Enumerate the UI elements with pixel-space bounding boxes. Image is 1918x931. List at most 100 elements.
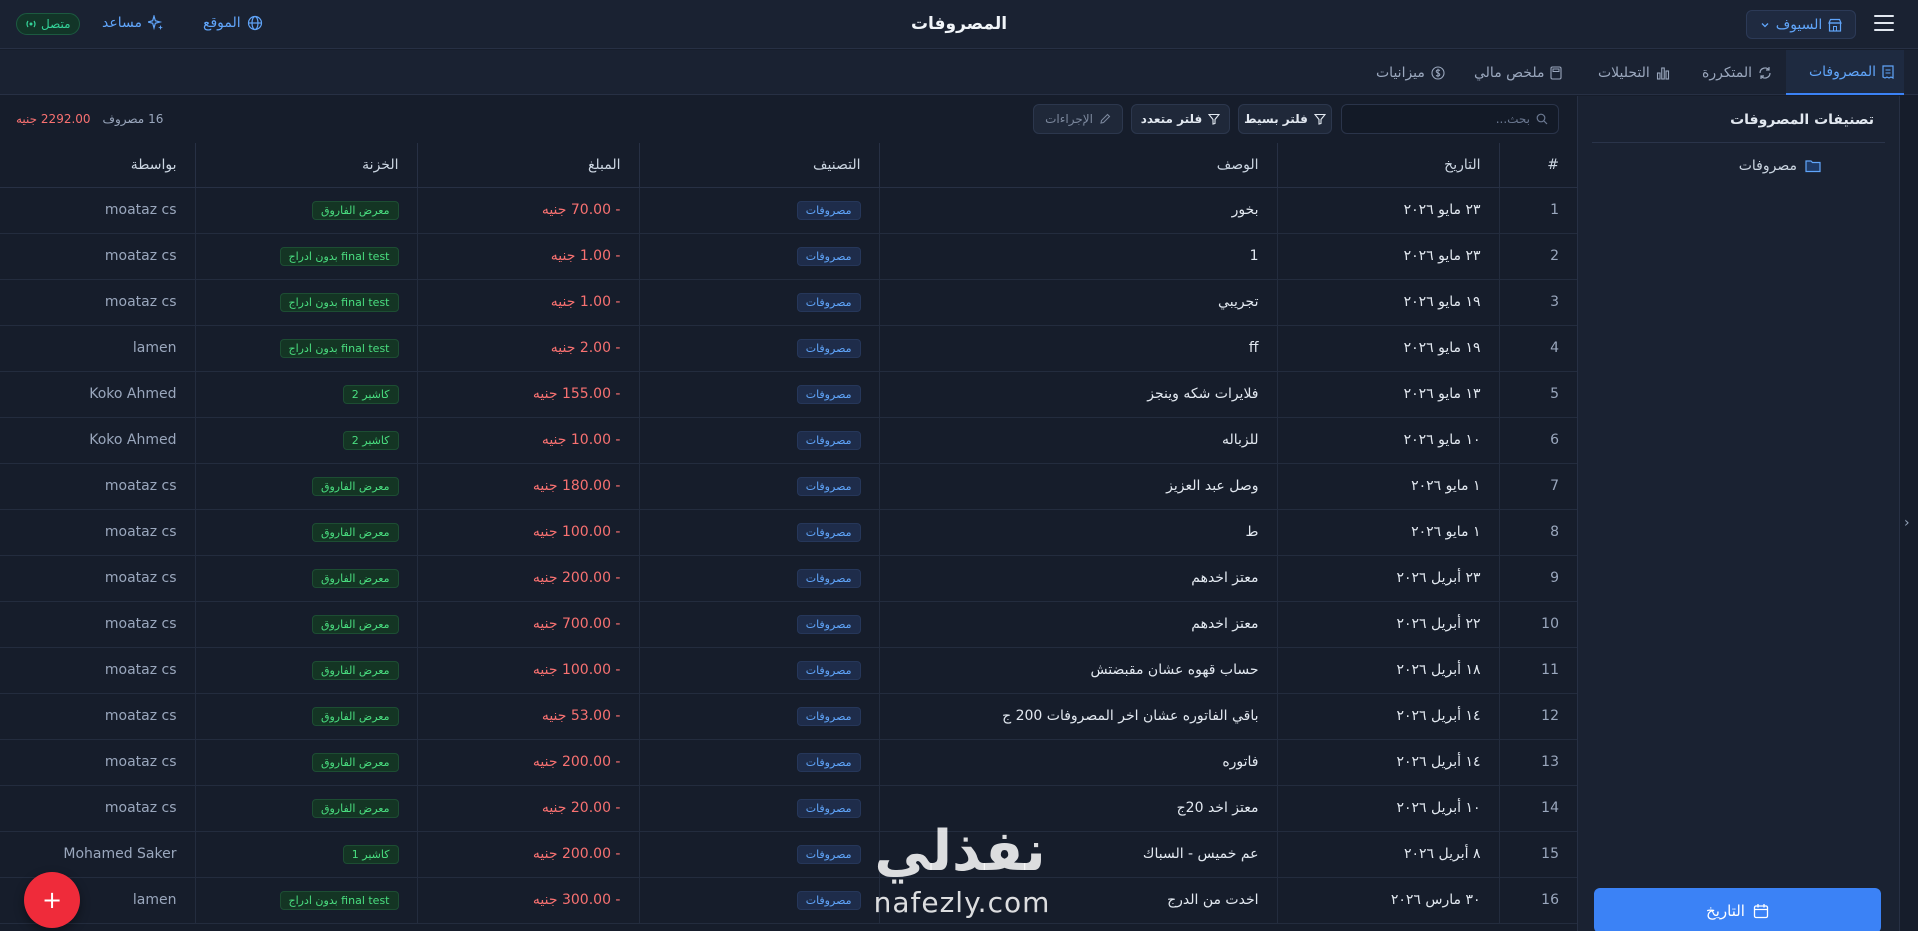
row-amount: - 100.00 جنيه (416, 509, 639, 556)
row-description: فاتوره (878, 739, 1277, 786)
row-description: ff (878, 325, 1277, 372)
table-row[interactable]: 1 ٢٣ مايو ٢٠٢٦ بخور مصروفات - 70.00 جنيه معرض… (0, 187, 1577, 234)
safe-badge: معرض الفاروق (311, 614, 399, 634)
row-safe: كاشير 2 (194, 417, 417, 464)
row-created-by: moataz cs (0, 187, 195, 234)
row-amount: - 1.00 جنيه (416, 279, 639, 326)
safe-badge: final test بدون ادراج (279, 292, 399, 312)
safe-badge: معرض الفاروق (311, 476, 399, 496)
search-placeholder: بحث... (1495, 112, 1530, 126)
hamburger-icon[interactable] (1874, 15, 1894, 31)
row-date: ١ مايو ٢٠٢٦ (1276, 509, 1499, 556)
table-row[interactable]: 5 ١٣ مايو ٢٠٢٦ فلايرات شكه وينجز مصروفات - 1… (0, 371, 1577, 418)
row-safe: معرض الفاروق (194, 463, 417, 510)
sidebar-item-expenses[interactable]: مصروفات (1739, 158, 1821, 174)
row-date: ٨ أبريل ٢٠٢٦ (1276, 831, 1499, 878)
table-row[interactable]: 12 ١٤ أبريل ٢٠٢٦ باقي الفاتوره عشان اخر ال… (0, 693, 1577, 740)
row-number: 5 (1498, 371, 1577, 418)
row-number: 8 (1498, 509, 1577, 556)
table-row[interactable]: 11 ١٨ أبريل ٢٠٢٦ حساب قهوه عشان مقبضتش مصرو… (0, 647, 1577, 694)
row-amount: - 200.00 جنيه (416, 555, 639, 602)
row-number: 13 (1498, 739, 1577, 786)
calendar-icon (1753, 903, 1769, 919)
table-toolbar: بحث... فلتر بسيط فلتر متعدد الإجراءات 16… (0, 96, 1577, 142)
col-header-by[interactable]: بواسطة (0, 143, 195, 188)
row-category: مصروفات (638, 555, 879, 602)
col-header-description[interactable]: الوصف (878, 143, 1277, 188)
chevron-right-icon[interactable]: › (1904, 515, 1910, 531)
sidebar-title: تصنيفات المصروفات (1730, 112, 1874, 128)
table-row[interactable]: 16 ٣٠ مارس ٢٠٢٦ اخدت من الدرج مصروفات - 300.… (0, 877, 1577, 924)
table-row[interactable]: 3 ١٩ مايو ٢٠٢٦ تجريبي مصروفات - 1.00 جنيه fin… (0, 279, 1577, 326)
folder-icon (1805, 159, 1821, 173)
multi-filter-button[interactable]: فلتر متعدد (1131, 104, 1230, 134)
expense-total: 2292.00 جنيه (16, 112, 91, 126)
table-row[interactable]: 7١ مايو ٢٠٢٦ وصل عبد العزيز مصروفات - 180.0… (0, 463, 1577, 510)
row-number: 15 (1498, 831, 1577, 878)
receipt-icon (1882, 64, 1894, 79)
row-amount: - 53.00 جنيه (416, 693, 639, 740)
category-badge: مصروفات (796, 292, 861, 312)
table-row[interactable]: 2 ٢٣ مايو ٢٠٢٦ 1 مصروفات - 1.00 جنيه final te… (0, 233, 1577, 280)
filter-icon (1313, 113, 1326, 125)
refresh-icon (1758, 66, 1772, 80)
row-amount: - 700.00 جنيه (416, 601, 639, 648)
row-created-by: moataz cs (0, 555, 195, 602)
table-row[interactable]: 6 ١٠ مايو ٢٠٢٦ للزباله مصروفات - 10.00 جنيه ك… (0, 417, 1577, 464)
row-number: 12 (1498, 693, 1577, 740)
category-badge: مصروفات (796, 430, 861, 450)
expenses-table: # التاريخ الوصف التصنيف المبلغ الخزنة بو… (0, 143, 1577, 924)
row-description: معتز اخدهم (878, 601, 1277, 648)
row-description: ط (878, 509, 1277, 556)
simple-filter-button[interactable]: فلتر بسيط (1238, 104, 1332, 134)
col-header-amount[interactable]: المبلغ (416, 143, 639, 188)
calculator-icon (1550, 65, 1563, 80)
table-row[interactable]: 13 ١٤ أبريل ٢٠٢٦ فاتوره مصروفات - 200.00 جني… (0, 739, 1577, 786)
sidebar-divider (1592, 142, 1885, 143)
row-date: ١٩ مايو ٢٠٢٦ (1276, 279, 1499, 326)
safe-badge: كاشير 2 (342, 430, 399, 450)
category-badge: مصروفات (796, 614, 861, 634)
page-title: المصروفات (910, 14, 1008, 34)
row-amount: - 300.00 جنيه (416, 877, 639, 924)
table-row[interactable]: 10 ٢٢ أبريل ٢٠٢٦ معتز اخدهم مصروفات - 700.00… (0, 601, 1577, 648)
row-created-by: moataz cs (0, 693, 195, 740)
row-number: 10 (1498, 601, 1577, 648)
row-safe: معرض الفاروق (194, 509, 417, 556)
add-expense-button[interactable]: + (24, 872, 80, 928)
tab-expenses[interactable]: المصروفات (1786, 50, 1904, 95)
row-number: 14 (1498, 785, 1577, 832)
row-safe: final test بدون ادراج (194, 279, 417, 326)
row-created-by: moataz cs (0, 739, 195, 786)
row-amount: - 200.00 جنيه (416, 739, 639, 786)
row-category: مصروفات (638, 693, 879, 740)
table-row[interactable]: 15 ٨ أبريل ٢٠٢٦ عم خميس - السباك مصروفات - 2… (0, 831, 1577, 878)
row-number: 6 (1498, 417, 1577, 464)
tab-recurring[interactable]: المتكررة (1692, 50, 1782, 95)
tab-analytics[interactable]: التحليلات (1588, 50, 1680, 95)
table-row[interactable]: 8١ مايو ٢٠٢٦ ط مصروفات - 100.00 جنيه معرض ال… (0, 509, 1577, 556)
row-description: 1 (878, 233, 1277, 280)
category-badge: مصروفات (796, 660, 861, 680)
date-button[interactable]: التاريخ (1594, 888, 1881, 931)
site-button[interactable]: الموقع (203, 15, 263, 31)
safe-badge: معرض الفاروق (311, 522, 399, 542)
search-input[interactable]: بحث... (1341, 104, 1559, 134)
branch-selector[interactable]: السيوف (1746, 10, 1856, 39)
col-header-number[interactable]: # (1498, 143, 1577, 188)
tab-budgets[interactable]: ميزانيات (1366, 50, 1455, 95)
actions-button[interactable]: الإجراءات (1033, 104, 1123, 134)
table-row[interactable]: 4 ١٩ مايو ٢٠٢٦ ff مصروفات - 2.00 جنيه final t… (0, 325, 1577, 372)
safe-badge: معرض الفاروق (311, 568, 399, 588)
assistant-button[interactable]: مساعد (102, 15, 164, 31)
row-created-by: Mohamed Saker (0, 831, 195, 878)
table-row[interactable]: 14 ١٠ أبريل ٢٠٢٦ معتز اخد 20ج مصروفات - 20.0… (0, 785, 1577, 832)
col-header-date[interactable]: التاريخ (1276, 143, 1499, 188)
store-icon (1828, 18, 1843, 32)
col-header-category[interactable]: التصنيف (638, 143, 879, 188)
row-amount: - 10.00 جنيه (416, 417, 639, 464)
row-description: للزباله (878, 417, 1277, 464)
tab-financial-summary[interactable]: ملخص مالي (1464, 50, 1572, 95)
table-row[interactable]: 9 ٢٣ أبريل ٢٠٢٦ معتز اخدهم مصروفات - 200.00 … (0, 555, 1577, 602)
col-header-safe[interactable]: الخزنة (194, 143, 417, 188)
